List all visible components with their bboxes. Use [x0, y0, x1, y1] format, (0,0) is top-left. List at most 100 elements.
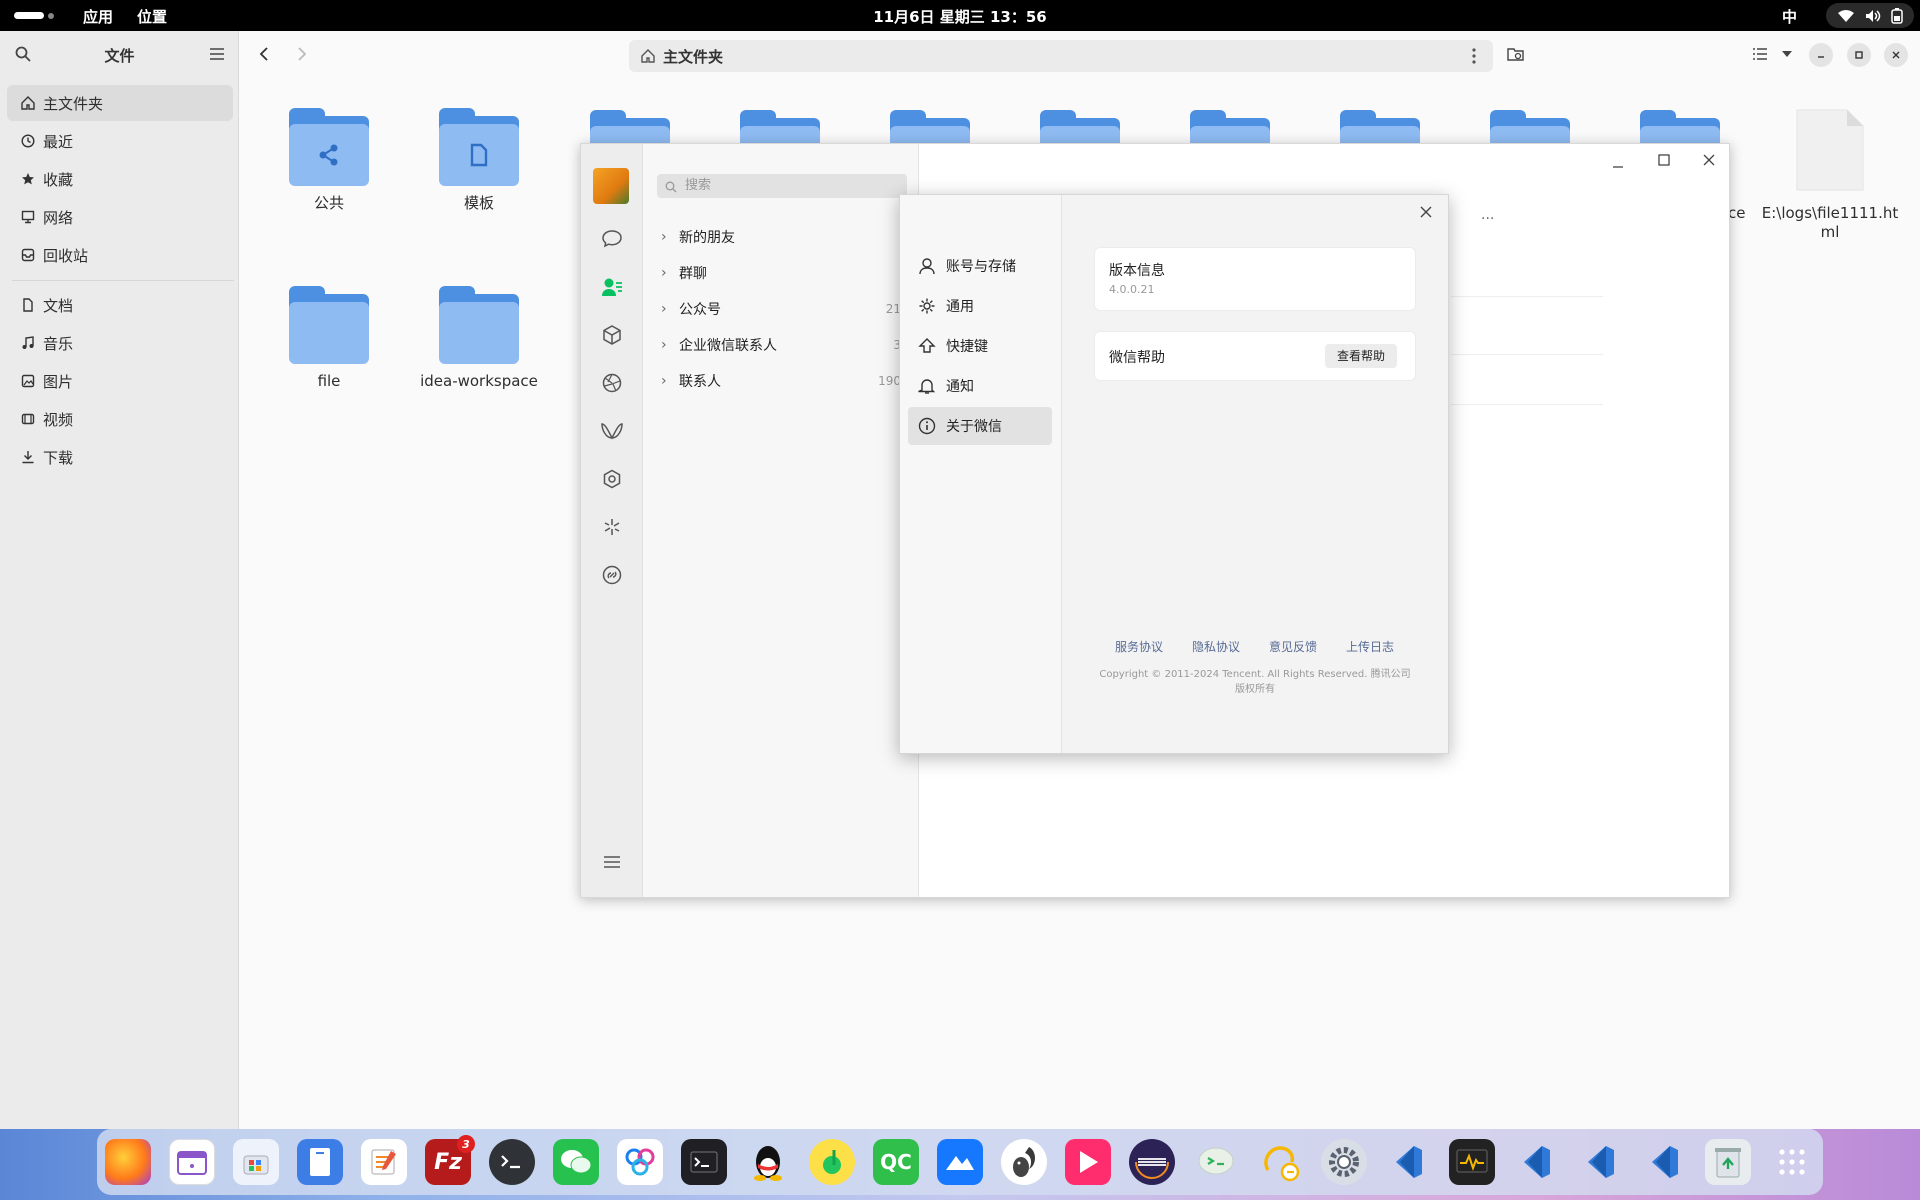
html-file-icon — [1796, 109, 1864, 191]
list-view-icon[interactable] — [1752, 47, 1768, 61]
privacy-link[interactable]: 隐私协议 — [1192, 638, 1240, 655]
network-tool-icon[interactable] — [617, 1139, 663, 1185]
menu-item-shortcuts[interactable]: 快捷键 — [908, 327, 1052, 365]
apps-menu[interactable]: 应用 — [83, 6, 113, 27]
vscode-icon[interactable] — [1385, 1139, 1431, 1185]
email-client-icon[interactable] — [1257, 1139, 1303, 1185]
feedback-link[interactable]: 意见反馈 — [1269, 638, 1317, 655]
app-grid-icon[interactable] — [1769, 1139, 1815, 1185]
folder-icon[interactable] — [590, 110, 670, 144]
sidebar-item-documents[interactable]: 文档 — [7, 287, 233, 323]
recycle-bin-icon[interactable] — [1705, 1139, 1751, 1185]
chat-nav[interactable] — [600, 227, 624, 251]
folder-icon[interactable] — [740, 110, 820, 144]
folder-icon[interactable] — [1640, 110, 1720, 144]
list-item[interactable]: › 新的朋友 — [661, 225, 901, 249]
sidebar-item-downloads[interactable]: 下载 — [7, 439, 233, 475]
moments-nav[interactable] — [600, 371, 624, 395]
activities-indicator[interactable] — [14, 12, 44, 19]
list-item[interactable]: › 公众号 21 — [661, 297, 901, 321]
minimize-button[interactable] — [1809, 43, 1833, 67]
close-icon[interactable] — [1420, 206, 1432, 218]
eclipse-icon[interactable] — [1129, 1139, 1175, 1185]
qq-music-icon[interactable] — [809, 1139, 855, 1185]
wechat-icon[interactable] — [553, 1139, 599, 1185]
wechat-menu-nav[interactable] — [600, 850, 624, 874]
favorites-nav[interactable] — [600, 323, 624, 347]
calendar-icon[interactable] — [169, 1139, 215, 1185]
system-monitor-icon[interactable] — [1449, 1139, 1495, 1185]
close-button[interactable] — [1884, 43, 1908, 67]
folder-public[interactable]: 公共 — [254, 108, 404, 213]
folder-icon[interactable] — [1040, 110, 1120, 144]
search-input[interactable]: 搜索 — [657, 174, 907, 198]
chevron-down-icon[interactable] — [1781, 50, 1793, 58]
list-item[interactable]: › 群聊 — [661, 261, 901, 285]
folder-idea-workspace[interactable]: idea-workspace — [404, 286, 554, 391]
sidebar-item-trash[interactable]: 回收站 — [7, 237, 233, 273]
sidebar-item-starred[interactable]: 收藏 — [7, 161, 233, 197]
hamburger-menu-icon[interactable] — [209, 47, 225, 61]
terminal-shell-icon[interactable] — [489, 1139, 535, 1185]
firefox-icon[interactable] — [105, 1139, 151, 1185]
view-help-button[interactable]: 查看帮助 — [1325, 344, 1397, 368]
workspace-dot[interactable] — [48, 13, 54, 19]
folder-icon[interactable] — [1340, 110, 1420, 144]
folder-search-icon[interactable] — [1507, 46, 1525, 62]
maximize-button[interactable] — [1847, 43, 1871, 67]
settings-app-icon[interactable] — [1321, 1139, 1367, 1185]
sidebar-item-network[interactable]: 网络 — [7, 199, 233, 235]
sidebar-item-recent[interactable]: 最近 — [7, 123, 233, 159]
sidebar-item-pictures[interactable]: 图片 — [7, 363, 233, 399]
more-menu[interactable]: ··· — [1481, 211, 1494, 227]
miniapp-nav[interactable] — [600, 563, 624, 587]
maximize-icon[interactable] — [1657, 153, 1671, 167]
search-nav[interactable] — [600, 515, 624, 539]
sidebar-item-music[interactable]: 音乐 — [7, 325, 233, 361]
mini-programs-nav[interactable] — [600, 467, 624, 491]
folder-icon[interactable] — [890, 110, 970, 144]
system-tray[interactable] — [1826, 3, 1914, 28]
qq-icon[interactable] — [745, 1139, 791, 1185]
terminal-icon[interactable] — [681, 1139, 727, 1185]
upload-log-link[interactable]: 上传日志 — [1346, 638, 1394, 655]
files-icon[interactable] — [297, 1139, 343, 1185]
input-method-indicator[interactable]: 中 — [1782, 6, 1797, 27]
file-icon[interactable] — [1795, 108, 1865, 192]
menu-item-account-storage[interactable]: 账号与存储 — [908, 247, 1052, 285]
menu-item-notifications[interactable]: 通知 — [908, 367, 1052, 405]
minimize-icon[interactable] — [1611, 160, 1625, 174]
forward-icon[interactable] — [295, 46, 309, 62]
places-menu[interactable]: 位置 — [137, 6, 167, 27]
contacts-nav[interactable] — [600, 275, 624, 299]
list-item[interactable]: › 企业微信联系人 3 — [661, 333, 901, 357]
channels-nav[interactable] — [600, 419, 624, 443]
menu-item-about[interactable]: 关于微信 — [908, 407, 1052, 445]
sidebar-item-home[interactable]: 主文件夹 — [7, 85, 233, 121]
vscode-icon[interactable] — [1577, 1139, 1623, 1185]
video-player-icon[interactable] — [1065, 1139, 1111, 1185]
squirrel-icon[interactable] — [1001, 1139, 1047, 1185]
text-editor-icon[interactable] — [361, 1139, 407, 1185]
avatar[interactable] — [593, 168, 629, 204]
clock[interactable]: 11月6日 星期三 13：56 — [873, 8, 1047, 26]
qc-app-icon[interactable]: QC — [873, 1139, 919, 1185]
vscode-icon[interactable] — [1513, 1139, 1559, 1185]
more-vertical-icon[interactable] — [1471, 48, 1477, 64]
vscode-icon[interactable] — [1641, 1139, 1687, 1185]
path-bar[interactable]: 主文件夹 — [629, 40, 1493, 72]
chat-bot-icon[interactable] — [1193, 1139, 1239, 1185]
folder-icon[interactable] — [1490, 110, 1570, 144]
folder-icon[interactable] — [1190, 110, 1270, 144]
folder-templates[interactable]: 模板 — [404, 108, 554, 213]
terms-link[interactable]: 服务协议 — [1115, 638, 1163, 655]
sidebar-item-videos[interactable]: 视频 — [7, 401, 233, 437]
folder-file[interactable]: file — [254, 286, 404, 391]
lark-icon[interactable] — [937, 1139, 983, 1185]
list-item[interactable]: › 联系人 190 — [661, 369, 901, 393]
back-icon[interactable] — [257, 46, 271, 62]
menu-item-general[interactable]: 通用 — [908, 287, 1052, 325]
close-icon[interactable] — [1702, 153, 1716, 167]
filezilla-icon[interactable]: Fz 3 — [425, 1135, 475, 1185]
software-store-icon[interactable] — [233, 1139, 279, 1185]
